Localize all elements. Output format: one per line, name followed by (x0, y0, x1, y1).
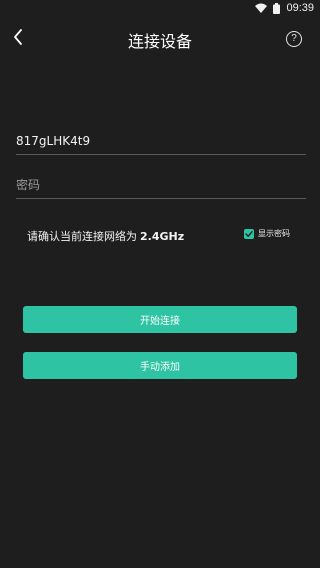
battery-icon (273, 2, 281, 14)
checkmark-icon (245, 230, 253, 237)
ssid-input[interactable] (16, 134, 306, 148)
password-field (16, 174, 306, 199)
show-password-label: 显示密码 (258, 229, 290, 238)
status-bar: 09:39 (0, 0, 320, 16)
help-button[interactable]: ? (286, 31, 302, 47)
start-connect-button[interactable]: 开始连接 (23, 306, 297, 333)
manual-add-label: 手动添加 (140, 362, 180, 373)
wifi-icon (255, 3, 268, 13)
password-input[interactable] (16, 178, 306, 192)
show-password-checkbox[interactable] (244, 228, 254, 239)
ssid-field (16, 130, 306, 155)
status-time: 09:39 (286, 2, 314, 14)
top-bar: 连接设备 ? (0, 20, 320, 60)
network-hint-text: 请确认当前连接网络为 (27, 230, 137, 243)
chevron-left-icon (13, 29, 23, 49)
page-title: 连接设备 (127, 32, 192, 51)
network-hint: 请确认当前连接网络为 2.4GHz (27, 228, 184, 244)
show-password-toggle[interactable]: 显示密码 (244, 228, 290, 239)
network-frequency: 2.4GHz (140, 230, 185, 243)
start-connect-label: 开始连接 (140, 316, 180, 327)
manual-add-button[interactable]: 手动添加 (23, 352, 297, 379)
help-icon: ? (291, 33, 297, 44)
back-button[interactable] (8, 28, 28, 50)
